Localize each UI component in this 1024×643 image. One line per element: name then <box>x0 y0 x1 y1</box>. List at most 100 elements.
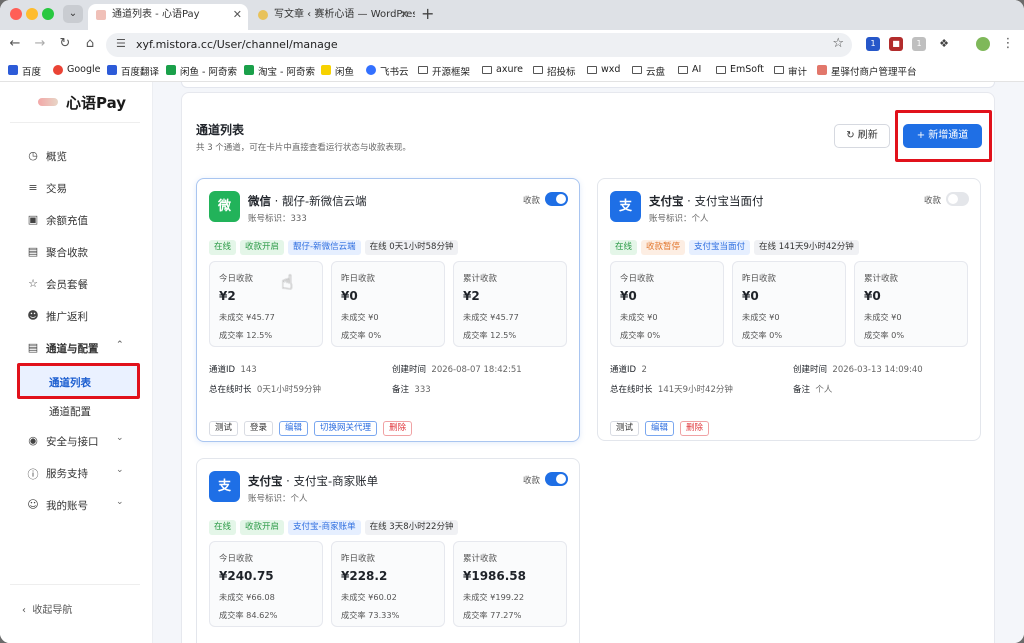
test-button[interactable]: 测试 <box>610 421 640 436</box>
close-tab-icon[interactable]: ✕ <box>233 4 242 26</box>
bookmark-item[interactable]: 飞书云 <box>366 64 409 78</box>
folder-icon <box>587 66 597 74</box>
favicon-icon <box>96 10 106 20</box>
bookmark-label: 百度翻译 <box>121 67 160 78</box>
sidebar-item-transactions[interactable]: ≡ 交易 <box>26 181 67 196</box>
bookmark-item[interactable]: 百度翻译 <box>107 64 159 78</box>
sidebar-item-referral[interactable]: ☻ 推广返利 <box>26 309 88 324</box>
bookmark-folder[interactable]: 审计 <box>774 64 807 78</box>
help-icon: ⓘ <box>27 468 39 481</box>
sidebar-subitem-channel-config[interactable]: 通道配置 <box>49 404 91 419</box>
page-title: 通道列表 <box>196 123 245 137</box>
sidebar-item-security[interactable]: ◉ 安全与接口 ⌄ <box>26 433 123 449</box>
collect-toggle[interactable] <box>545 192 568 206</box>
channel-card[interactable]: 支 支付宝 · 支付宝当面付 账号标识：个人 收款 在线 收款暂停 支付宝当面付 在线… <box>597 178 981 441</box>
url-text: xyf.mistora.cc/User/channel/manage <box>136 38 338 51</box>
delete-button[interactable]: 删除 <box>383 421 413 436</box>
status-badge: 在线 <box>209 520 237 535</box>
switch-proxy-button[interactable]: 切换网关代理 <box>314 421 378 436</box>
stat-today: 今日收款 ¥2 未成交 ¥45.77 成交率 12.5% <box>209 261 323 347</box>
tab-active[interactable]: 通道列表 - 心语Pay ✕ <box>88 4 248 30</box>
menu-more-icon[interactable]: ⋮ <box>999 36 1017 51</box>
sidebar-item-support[interactable]: ⓘ 服务支持 ⌄ <box>26 465 124 481</box>
translate-icon <box>107 65 117 75</box>
bookmark-star-icon[interactable]: ☆ <box>832 36 844 51</box>
new-tab-button[interactable]: + <box>421 4 434 23</box>
stat-value: ¥0 <box>742 289 759 303</box>
sidebar-item-membership[interactable]: ☆ 会员套餐 <box>26 277 88 292</box>
collapse-nav-label: 收起导航 <box>32 605 73 616</box>
collapse-nav-button[interactable]: ‹ 收起导航 <box>22 601 72 616</box>
test-button[interactable]: 测试 <box>209 421 239 436</box>
channel-card[interactable]: 支 支付宝 · 支付宝-商家账单 账号标识：个人 收款 在线 收款开启 支付宝-商家… <box>196 458 580 643</box>
bookmark-item[interactable]: 星驿付商户管理平台 <box>817 64 917 78</box>
reload-button[interactable]: ↻ <box>56 36 74 51</box>
bookmark-label: AI <box>692 64 702 75</box>
refresh-label: 刷新 <box>857 130 878 141</box>
channel-name: 支付宝 · 支付宝-商家账单 <box>248 474 379 488</box>
edit-button[interactable]: 编辑 <box>279 421 309 436</box>
bookmark-folder[interactable]: EmSoft <box>716 64 764 75</box>
channel-type: 微信 <box>248 194 271 208</box>
edit-button[interactable]: 编辑 <box>645 421 675 436</box>
sidebar-item-account[interactable]: ☺ 我的账号 ⌄ <box>26 497 123 513</box>
maximize-window-button[interactable] <box>42 8 54 20</box>
sidebar-item-recharge[interactable]: ▣ 余额充值 <box>26 213 88 228</box>
sidebar-item-channels[interactable]: ▤ 通道与配置 ⌃ <box>26 340 124 356</box>
bookmark-label: wxd <box>601 64 621 75</box>
profile-avatar[interactable] <box>976 37 990 51</box>
address-bar[interactable]: ☰ xyf.mistora.cc/User/channel/manage ☆ <box>106 33 852 57</box>
bookmark-folder[interactable]: AI <box>678 64 701 75</box>
sidebar-item-label: 余额充值 <box>46 215 88 227</box>
extensions-puzzle-icon[interactable]: ❖ <box>937 37 951 51</box>
star-icon: ☆ <box>28 277 38 290</box>
channel-card[interactable]: 微 微信 · 靓仔-新微信云端 账号标识：333 收款 在线 收款开启 靓仔-新微信… <box>196 178 580 442</box>
refresh-button[interactable]: ↻ 刷新 <box>834 124 890 148</box>
stat-yesterday: 昨日收款 ¥0 未成交 ¥0 成交率 0% <box>732 261 846 347</box>
feishu-icon <box>366 65 376 75</box>
tab-inactive[interactable]: 写文章 ‹ 赛析心语 — WordPress ✕ <box>250 4 415 30</box>
site-settings-icon[interactable]: ☰ <box>116 37 126 50</box>
extension-icon[interactable]: 1 <box>912 37 926 51</box>
bookmark-item[interactable]: 闲鱼 <box>321 64 354 78</box>
folder-icon <box>716 66 726 74</box>
bookmark-folder[interactable]: 开源框架 <box>418 64 470 78</box>
bookmark-folder[interactable]: axure <box>482 64 523 75</box>
tab-search-button[interactable]: ⌄ <box>63 5 83 23</box>
bookmark-item[interactable]: 百度 <box>8 64 41 78</box>
bookmark-item[interactable]: Google <box>53 64 101 75</box>
sidebar-subitem-channel-list[interactable]: 通道列表 <box>17 363 140 399</box>
folder-icon <box>482 66 492 74</box>
bookmark-item[interactable]: 闲鱼 - 阿奇索 <box>166 64 237 78</box>
minimize-window-button[interactable] <box>26 8 38 20</box>
close-tab-icon[interactable]: ✕ <box>400 4 409 26</box>
extension-badge: 1 <box>870 39 876 48</box>
stat-label: 累计收款 <box>463 554 498 564</box>
folder-icon <box>678 66 688 74</box>
close-window-button[interactable] <box>10 8 22 20</box>
channel-id: 通道ID 2 <box>610 363 647 375</box>
sidebar-item-overview[interactable]: ◷ 概览 <box>26 149 67 164</box>
collect-label: 收款 <box>523 196 541 206</box>
extension-icon[interactable]: 1 <box>866 37 880 51</box>
bookmark-item[interactable]: 淘宝 - 阿奇索 <box>244 64 315 78</box>
channel-type: 支付宝 <box>649 194 684 208</box>
extension-icon[interactable]: ■ <box>889 37 903 51</box>
home-icon[interactable]: ⌂ <box>81 36 99 51</box>
bookmark-folder[interactable]: wxd <box>587 64 620 75</box>
forward-button[interactable]: → <box>31 36 49 51</box>
highlight-annotation <box>895 110 992 162</box>
delete-button[interactable]: 删除 <box>680 421 710 436</box>
bookmark-label: 闲鱼 - 阿奇索 <box>180 67 237 78</box>
sidebar-item-aggregate[interactable]: ▤ 聚合收款 <box>26 245 88 260</box>
server-icon: ▤ <box>27 341 39 354</box>
collect-toggle[interactable] <box>545 472 568 486</box>
back-button[interactable]: ← <box>6 36 24 51</box>
stat-total: 累计收款 ¥0 未成交 ¥0 成交率 0% <box>854 261 968 347</box>
collect-toggle[interactable] <box>946 192 969 206</box>
bookmark-folder[interactable]: 招投标 <box>533 64 576 78</box>
login-button[interactable]: 登录 <box>244 421 274 436</box>
bookmark-label: 云盘 <box>646 67 666 78</box>
meta-value: 个人 <box>815 385 833 395</box>
bookmark-folder[interactable]: 云盘 <box>632 64 665 78</box>
